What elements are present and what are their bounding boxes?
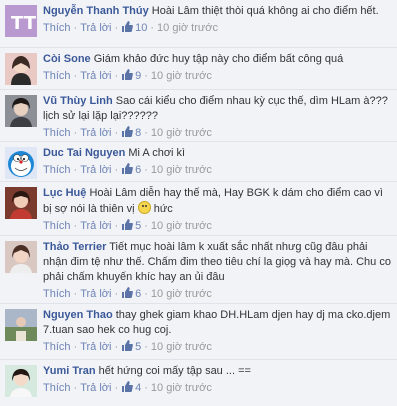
comment-author[interactable]: Duc Tai Nguyen [43, 147, 125, 159]
svg-text:TT: TT [11, 13, 37, 34]
comment-actions: Thích · Trả lời · 6 · 10 giờ trước [43, 163, 212, 176]
comment-text: Giám khảo đức huy tập này cho điểm bất c… [93, 53, 344, 65]
comment-author[interactable]: Còi Sone [43, 53, 91, 65]
reply-link[interactable]: Trả lời [80, 164, 111, 176]
reply-link[interactable]: Trả lời [80, 127, 111, 139]
comment-feed: TT Nguyễn Thanh Thúy Hoài Lâm thiệt thòi… [0, 0, 397, 406]
thumbs-up-icon[interactable] [121, 287, 134, 298]
timestamp[interactable]: 10 giờ trước [151, 341, 212, 353]
comment-text: Mi A chơi kì [128, 147, 186, 159]
thumbs-up-icon[interactable] [121, 381, 134, 392]
reply-link[interactable]: Trả lời [80, 288, 111, 300]
timestamp[interactable]: 10 giờ trước [151, 70, 212, 82]
avatar[interactable] [5, 241, 37, 273]
reply-link[interactable]: Trả lời [80, 220, 111, 232]
thumbs-up-icon[interactable] [121, 126, 134, 137]
like-link[interactable]: Thích [43, 22, 71, 34]
thumbs-up-icon[interactable] [121, 69, 134, 80]
comment-author[interactable]: Nguyễn Thanh Thúy [43, 5, 149, 17]
comment-item: Còi Sone Giám khảo đức huy tập này cho đ… [0, 48, 397, 90]
reply-link[interactable]: Trả lời [80, 382, 111, 394]
like-link[interactable]: Thích [43, 382, 71, 394]
timestamp[interactable]: 10 giờ trước [151, 288, 212, 300]
timestamp[interactable]: 10 giờ trước [151, 127, 212, 139]
like-link[interactable]: Thích [43, 127, 71, 139]
avatar[interactable] [5, 95, 37, 127]
confused-emoji-icon [137, 201, 151, 214]
reply-link[interactable]: Trả lời [80, 22, 111, 34]
like-link[interactable]: Thích [43, 341, 71, 353]
timestamp[interactable]: 10 giờ trước [151, 220, 212, 232]
comment-actions: Thích · Trả lời · 8 · 10 giờ trước [43, 126, 212, 139]
comment-actions: Thích · Trả lời · 6 · 10 giờ trước [43, 287, 212, 300]
avatar[interactable] [5, 187, 37, 219]
reply-link[interactable]: Trả lời [80, 341, 111, 353]
timestamp[interactable]: 10 giờ trước [157, 22, 218, 34]
like-link[interactable]: Thích [43, 220, 71, 232]
comment-item: Nguyen Thao thay ghek giam khao DH.HLam … [0, 304, 397, 360]
like-link[interactable]: Thích [43, 164, 71, 176]
like-link[interactable]: Thích [43, 70, 71, 82]
thumbs-up-icon[interactable] [121, 163, 134, 174]
avatar[interactable] [5, 147, 37, 179]
avatar[interactable] [5, 365, 37, 397]
comment-item: Vũ Thùy Linh Sao cái kiểu cho điểm nhau … [0, 90, 397, 142]
comment-text: Hoài Lâm diễn hay thế mà, Hay BGK k dám … [43, 187, 383, 215]
comment-actions: Thích · Trả lời · 4 · 10 giờ trước [43, 381, 212, 394]
comment-author[interactable]: Thảo Terrier [43, 241, 106, 253]
comment-text-after: hức [153, 203, 173, 215]
thumbs-up-icon[interactable] [121, 21, 134, 32]
comment-item: TT Nguyễn Thanh Thúy Hoài Lâm thiệt thòi… [0, 0, 397, 48]
comment-actions: Thích · Trả lời · 9 · 10 giờ trước [43, 69, 212, 82]
comment-item: Yumi Tran hết hứng coi mấy tập sau ... =… [0, 360, 397, 406]
like-link[interactable]: Thích [43, 288, 71, 300]
comment-item: Duc Tai Nguyen Mi A chơi kì Thích · Trả lờ… [0, 142, 397, 182]
timestamp[interactable]: 10 giờ trước [151, 382, 212, 394]
comment-author[interactable]: Lục Huệ [43, 187, 86, 199]
thumbs-up-icon[interactable] [121, 340, 134, 351]
like-count[interactable]: 10 [135, 22, 147, 34]
avatar[interactable]: TT [5, 5, 37, 37]
comment-author[interactable]: Vũ Thùy Linh [43, 95, 113, 107]
comment-author[interactable]: Nguyen Thao [43, 309, 113, 321]
comment-item: Lục Huệ Hoài Lâm diễn hay thế mà, Hay BG… [0, 182, 397, 236]
comment-text: hết hứng coi mấy tập sau ... == [98, 365, 251, 377]
comment-item: Thảo Terrier Tiết mục hoài lâm k xuất sắ… [0, 236, 397, 304]
avatar[interactable] [5, 53, 37, 85]
comment-actions: Thích · Trả lời · 5 · 10 giờ trước [43, 219, 212, 232]
avatar[interactable] [5, 309, 37, 341]
comment-text: Hoài Lâm thiệt thòi quá không ai cho điể… [151, 5, 379, 17]
comment-actions: Thích · Trả lời · 10 · 10 giờ trước [43, 21, 218, 34]
reply-link[interactable]: Trả lời [80, 70, 111, 82]
comment-author[interactable]: Yumi Tran [43, 365, 96, 377]
thumbs-up-icon[interactable] [121, 219, 134, 230]
comment-actions: Thích · Trả lời · 5 · 10 giờ trước [43, 340, 212, 353]
timestamp[interactable]: 10 giờ trước [151, 164, 212, 176]
